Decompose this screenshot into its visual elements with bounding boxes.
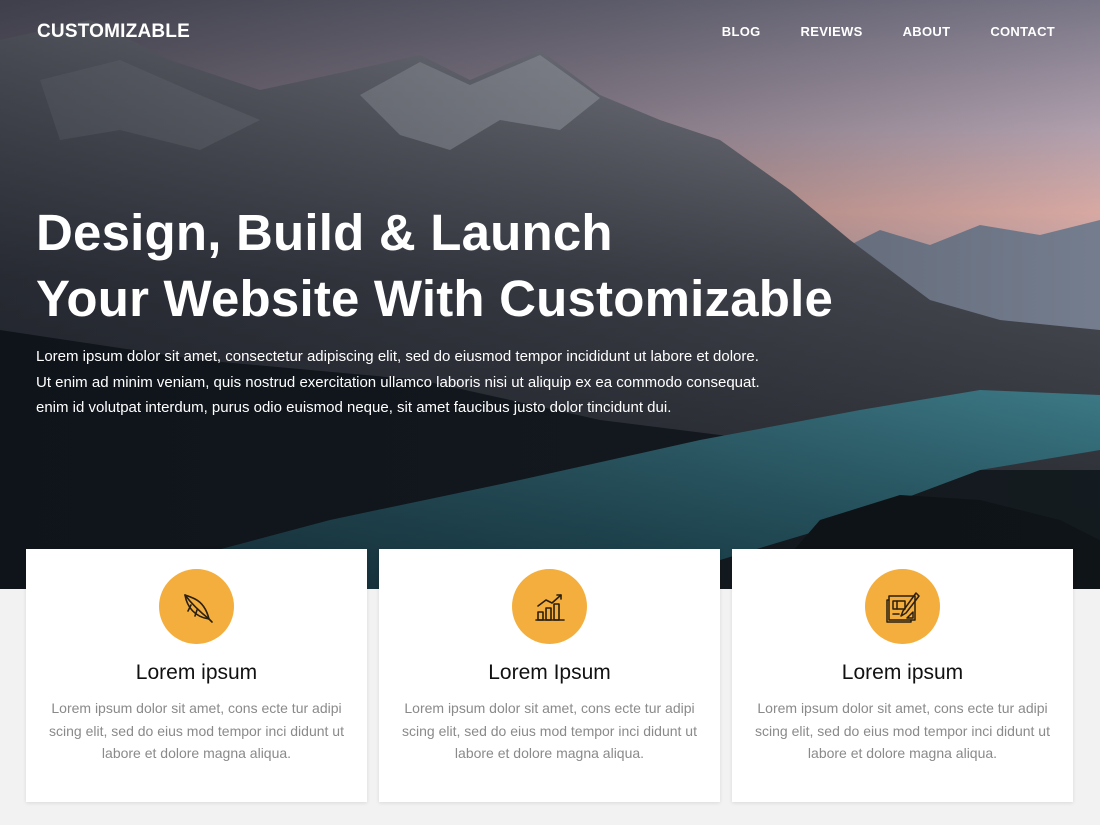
- feature-card: Lorem ipsum Lorem ipsum dolor sit amet, …: [732, 549, 1073, 802]
- feature-cards: Lorem ipsum Lorem ipsum dolor sit amet, …: [26, 549, 1073, 802]
- feature-card: Lorem ipsum Lorem ipsum dolor sit amet, …: [26, 549, 367, 802]
- feature-card-title: Lorem ipsum: [841, 661, 964, 684]
- feature-icon-badge: [865, 569, 940, 644]
- growth-chart-icon: [534, 593, 565, 621]
- hero-section: CUSTOMIZABLE BLOG REVIEWS ABOUT CONTACT …: [0, 0, 1100, 589]
- feature-icon-badge: [512, 569, 587, 644]
- nav-link-contact[interactable]: CONTACT: [990, 24, 1055, 39]
- feature-icon-badge: [159, 569, 234, 644]
- hero-headline-line-2: Your Website With Customizable: [36, 270, 834, 327]
- hero-lead-text: Lorem ipsum dolor sit amet, consectetur …: [36, 344, 816, 421]
- main-nav: BLOG REVIEWS ABOUT CONTACT: [722, 24, 1055, 39]
- blueprint-design-icon: [885, 591, 920, 623]
- feature-card: Lorem Ipsum Lorem ipsum dolor sit amet, …: [379, 549, 720, 802]
- hero-lead-line-1: Lorem ipsum dolor sit amet, consectetur …: [36, 348, 759, 365]
- brand-logo[interactable]: CUSTOMIZABLE: [37, 21, 190, 43]
- hero-lead-line-2: Ut enim ad minim veniam, quis nostrud ex…: [36, 373, 760, 391]
- nav-link-about[interactable]: ABOUT: [903, 24, 951, 39]
- feature-card-text: Lorem ipsum dolor sit amet, cons ecte tu…: [402, 700, 697, 761]
- hero-lead-line-3: enim id volutpat interdum, purus odio eu…: [36, 399, 672, 416]
- nav-link-reviews[interactable]: REVIEWS: [801, 24, 863, 39]
- hero-headline-line-1: Design, Build & Launch: [36, 204, 613, 261]
- feather-icon: [183, 593, 213, 623]
- hero-headline: Design, Build & Launch Your Website With…: [36, 200, 833, 332]
- feature-card-title: Lorem Ipsum: [488, 661, 611, 684]
- feature-card-text: Lorem ipsum dolor sit amet, cons ecte tu…: [755, 700, 1050, 761]
- feature-card-title: Lorem ipsum: [135, 661, 258, 684]
- feature-card-text: Lorem ipsum dolor sit amet, cons ecte tu…: [49, 700, 344, 761]
- nav-link-blog[interactable]: BLOG: [722, 24, 761, 39]
